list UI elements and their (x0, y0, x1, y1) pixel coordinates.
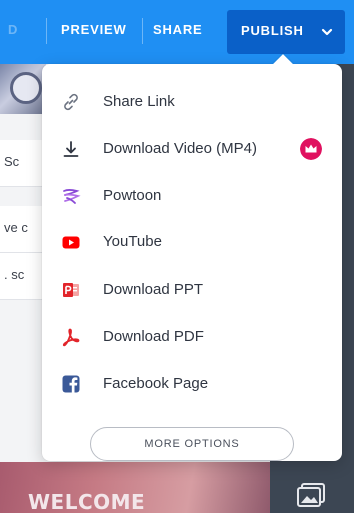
share-button[interactable]: SHARE (153, 22, 203, 37)
slide-thumbnail[interactable] (0, 64, 46, 114)
background-row-text: ve c (4, 220, 28, 235)
menu-item-label: Powtoon (103, 187, 162, 204)
menu-item-label: Facebook Page (103, 375, 209, 392)
welcome-slide-thumbnail[interactable]: WELCOME (0, 462, 270, 513)
welcome-text: WELCOME (28, 490, 146, 513)
publish-button[interactable]: PUBLISH (227, 10, 345, 54)
faded-nav-item[interactable]: D (8, 22, 18, 37)
menu-item-label: Share Link (103, 93, 175, 110)
crown-icon (300, 138, 322, 160)
powtoon-logo-icon (63, 188, 81, 204)
menu-item-download-pdf[interactable]: Download PDF (42, 317, 342, 357)
download-icon (63, 141, 79, 157)
publish-label: PUBLISH (241, 23, 304, 38)
menu-item-facebook-page[interactable]: Facebook Page (42, 364, 342, 404)
background-row-text: Sc (4, 154, 20, 169)
pdf-icon (62, 328, 80, 347)
menu-item-label: Download PDF (103, 328, 204, 345)
picture-icon[interactable] (296, 482, 326, 508)
menu-item-label: YouTube (103, 233, 162, 250)
background-gap (0, 114, 46, 140)
top-bar: D PREVIEW SHARE PUBLISH (0, 0, 354, 64)
menu-item-powtoon[interactable]: Powtoon (42, 176, 342, 216)
powerpoint-icon (63, 283, 79, 297)
thumbnail-graphic (10, 72, 42, 104)
more-options-button[interactable]: MORE OPTIONS (90, 427, 294, 461)
background-row: Sc (0, 140, 46, 187)
preview-button[interactable]: PREVIEW (61, 22, 127, 37)
background-row: . sc (0, 253, 46, 300)
link-icon (64, 93, 78, 111)
facebook-icon (62, 375, 80, 393)
menu-item-label: Download Video (MP4) (103, 140, 257, 157)
background-row: ve c (0, 206, 46, 253)
menu-item-share-link[interactable]: Share Link (42, 82, 342, 122)
menu-item-label: Download PPT (103, 281, 204, 298)
chevron-down-icon (321, 28, 333, 36)
menu-item-download-ppt[interactable]: Download PPT (42, 270, 342, 310)
youtube-icon (62, 236, 80, 249)
menu-item-download-video[interactable]: Download Video (MP4) (42, 129, 342, 169)
background-row-text: . sc (4, 267, 25, 282)
publish-dropdown: Share Link Download Video (MP4) Powtoon (42, 54, 342, 461)
divider (46, 18, 47, 44)
background-gap (0, 300, 46, 462)
divider (142, 18, 143, 44)
menu-item-youtube[interactable]: YouTube (42, 222, 342, 262)
app-root: D PREVIEW SHARE PUBLISH Sc ve c . sc WEL (0, 0, 354, 513)
